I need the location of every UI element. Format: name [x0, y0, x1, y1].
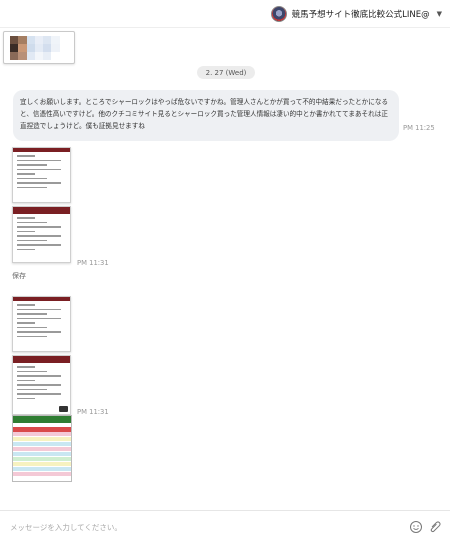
chevron-down-icon[interactable]: ▼	[437, 10, 442, 18]
mosaic-image	[10, 36, 68, 60]
paperclip-icon[interactable]	[428, 520, 442, 534]
chat-area[interactable]: 2. 27 (Wed) 宜しくお願いします。ところでシャーロックはやっぱ危ないで…	[0, 28, 450, 510]
save-link[interactable]: 保存	[12, 271, 26, 281]
date-divider: 2. 27 (Wed)	[197, 66, 255, 79]
message-composer[interactable]: メッセージを入力してください。	[0, 510, 450, 544]
screenshot-image[interactable]	[12, 147, 71, 203]
play-icon	[59, 406, 68, 412]
message-time: PM 11:25	[403, 124, 435, 132]
message-input[interactable]: メッセージを入力してください。	[10, 522, 122, 533]
ticket-image[interactable]	[12, 415, 72, 482]
screenshot-image[interactable]	[12, 355, 71, 415]
image-time: PM 11:31	[77, 259, 109, 267]
profile-thumbnail[interactable]	[3, 31, 75, 64]
message-bubble[interactable]: 宜しくお願いします。ところでシャーロックはやっぱ危ないですかね。管理人さんとかが…	[13, 90, 399, 141]
screenshot-image[interactable]	[12, 296, 71, 352]
screenshot-image[interactable]	[12, 206, 71, 263]
image-time: PM 11:31	[77, 408, 109, 416]
smiley-icon[interactable]	[409, 520, 423, 534]
header-bar: 競馬予想サイト徹底比較公式LINE@ ▼	[0, 0, 450, 28]
account-switcher[interactable]: 競馬予想サイト徹底比較公式LINE@ ▼	[270, 5, 442, 23]
account-avatar-icon	[270, 6, 287, 22]
account-name: 競馬予想サイト徹底比較公式LINE@	[291, 10, 430, 20]
